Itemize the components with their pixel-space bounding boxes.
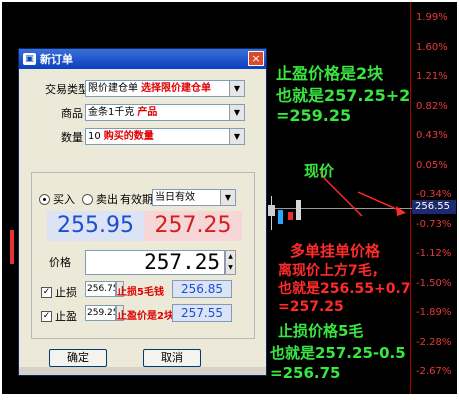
order-type-label: 交易类型 (45, 83, 89, 96)
radio-empty-icon (82, 193, 93, 205)
product-note: 产品 (137, 107, 158, 118)
order-type-note: 选择限价建仓单 (141, 83, 211, 94)
price-label: 价格 (49, 256, 71, 269)
take-profit-checkbox[interactable]: ✓ 止盈 (41, 308, 77, 324)
candle-3 (288, 212, 293, 220)
take-profit-annotation-3: =259.25 (276, 106, 352, 125)
validity-select[interactable]: 当日有效 ▼ (152, 189, 236, 206)
axis-label: 0.82% (416, 100, 448, 112)
price-axis-line (410, 2, 411, 394)
axis-label: -2.67% (416, 366, 452, 377)
buy-radio[interactable]: 买入 (39, 191, 75, 207)
stop-loss-note: 止损5毛钱 (117, 287, 164, 298)
axis-label: 1.60% (416, 41, 448, 53)
axis-label: 1.99% (416, 12, 448, 23)
dialog-statusbar (19, 367, 266, 375)
candle-left (10, 230, 14, 264)
axis-label: -0.73% (416, 218, 452, 230)
axis-label: 0.43% (416, 130, 448, 141)
stop-loss-annotation-3: =256.75 (270, 364, 341, 382)
stop-loss-annotation-1: 止损价格5毛 (278, 322, 364, 340)
chevron-down-icon[interactable]: ▼ (229, 81, 244, 96)
axis-label: -2.28% (416, 336, 452, 348)
stop-loss-calc: 256.85 (172, 280, 232, 298)
axis-label: 0.05% (416, 159, 448, 171)
ok-button[interactable]: 确定 (49, 349, 107, 367)
quantity-select[interactable]: 10 购买的数量 ▼ (85, 128, 245, 145)
app-icon: ▣ (23, 53, 36, 65)
current-price-annotation: 现价 (304, 162, 335, 180)
product-label: 商品 (61, 107, 83, 120)
check-icon: ✓ (41, 310, 52, 322)
price-input[interactable]: 257.25 (85, 250, 225, 275)
order-type-select[interactable]: 限价建仓单 选择限价建仓单 ▼ (85, 80, 245, 97)
quantity-label: 数量 (61, 131, 83, 144)
stop-loss-checkbox[interactable]: ✓ 止损 (41, 284, 77, 300)
stop-loss-input[interactable]: 256.75 (85, 281, 116, 297)
take-profit-input[interactable]: 259.25 (85, 305, 116, 321)
candle-1 (268, 205, 275, 216)
pending-order-annotation-4: =257.25 (278, 299, 344, 315)
dialog-title: 新订单 (40, 53, 73, 66)
take-profit-annotation-1: 止盈价格是2块 (276, 64, 384, 83)
axis-label: -1.12% (416, 248, 452, 259)
close-button[interactable]: × (248, 51, 264, 66)
take-profit-note: 止盈价是2块 (117, 311, 174, 322)
new-order-dialog: ▣ 新订单 × 交易类型 限价建仓单 选择限价建仓单 ▼ 商品 金条1千克 产品 ▼… (18, 48, 267, 376)
chevron-down-icon[interactable]: ▼ (229, 105, 244, 120)
radio-selected-icon (39, 193, 50, 205)
check-icon: ✓ (41, 286, 52, 298)
cancel-button[interactable]: 取消 (143, 349, 201, 367)
pending-order-annotation-1: 多单挂单价格 (290, 242, 381, 260)
buy-price-display[interactable]: 255.95 (47, 211, 144, 241)
candle-2 (278, 210, 283, 224)
take-profit-annotation-2: 也就是257.25+2 (276, 86, 411, 105)
dialog-titlebar[interactable]: ▣ 新订单 (19, 49, 266, 69)
current-price-line (268, 208, 413, 209)
axis-label: -1.50% (416, 277, 452, 289)
current-price-tag: 256.55 (412, 200, 456, 214)
sell-price-display[interactable]: 257.25 (144, 211, 242, 241)
axis-label: -1.89% (416, 307, 452, 318)
chevron-down-icon[interactable]: ▼ (220, 190, 235, 205)
candle-4 (296, 200, 301, 220)
chevron-down-icon[interactable]: ▼ (229, 129, 244, 144)
price-spinner[interactable]: ▲ ▼ (225, 250, 236, 275)
validity-label: 有效期 (120, 193, 153, 206)
axis-label: -0.34% (416, 189, 452, 200)
pending-order-annotation-2: 离现价上方7毛， (278, 263, 386, 279)
sell-radio[interactable]: 卖出 (82, 191, 118, 207)
stop-loss-annotation-2: 也就是257.25-0.5 (270, 344, 406, 362)
axis-label: 1.21% (416, 71, 448, 82)
take-profit-calc: 257.55 (172, 304, 232, 322)
product-select[interactable]: 金条1千克 产品 ▼ (85, 104, 245, 121)
quantity-note: 购买的数量 (103, 131, 154, 142)
pending-order-annotation-3: 也就是256.55+0.7 (278, 281, 411, 297)
